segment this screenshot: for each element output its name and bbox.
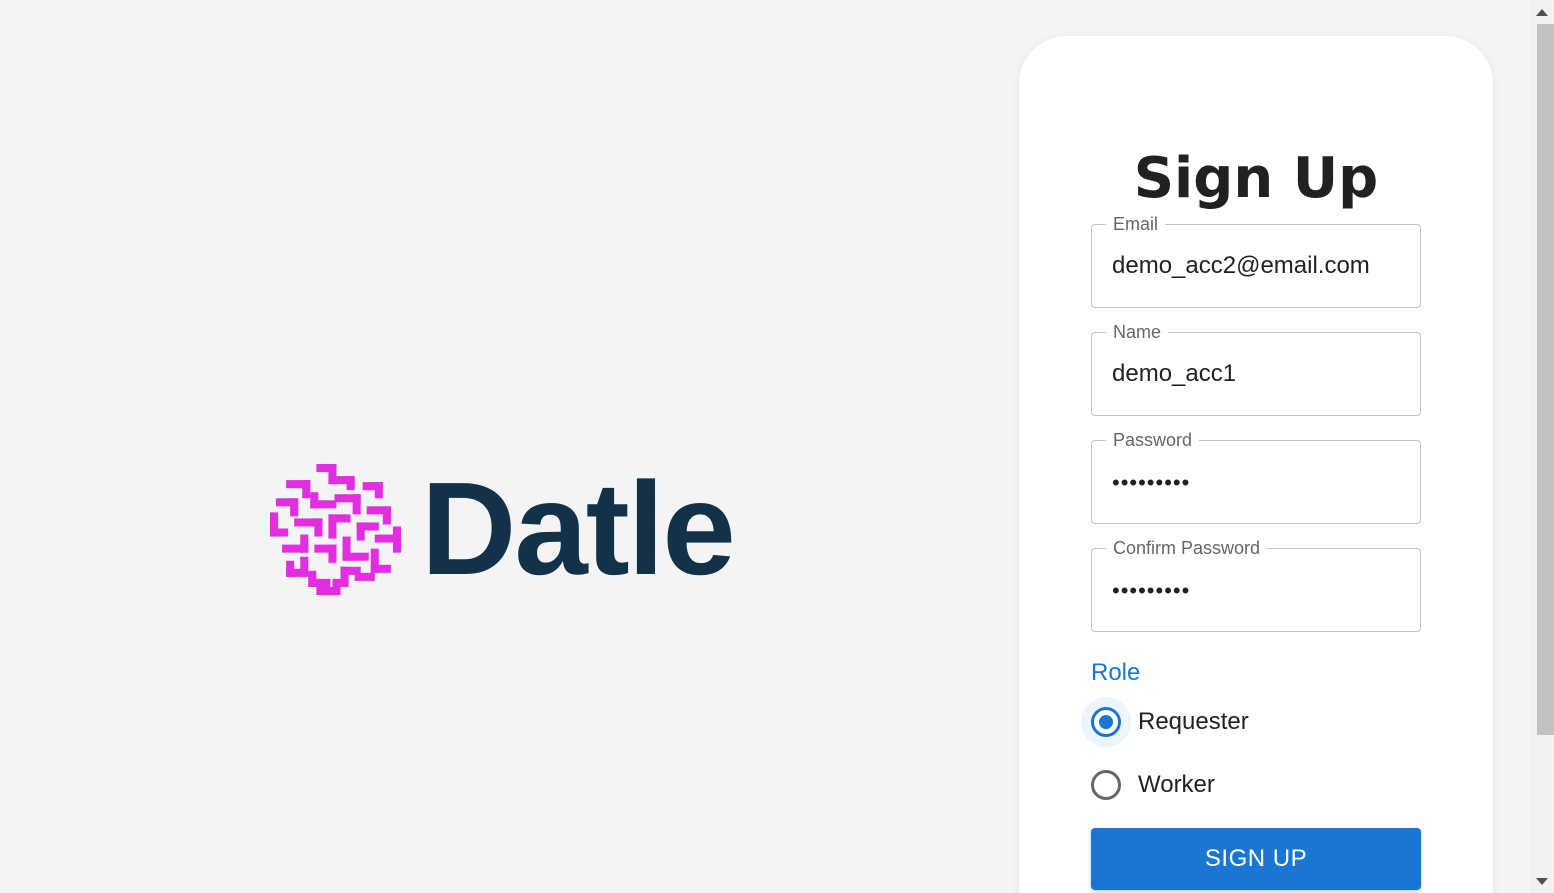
confirm-password-field[interactable]: Confirm Password ••••••••• [1091, 538, 1421, 632]
radio-worker[interactable]: Worker [1081, 760, 1215, 810]
name-input[interactable]: demo_acc1 [1112, 333, 1404, 415]
sign-up-button[interactable]: SIGN UP [1091, 828, 1421, 890]
radio-requester[interactable]: Requester [1081, 697, 1249, 747]
brand-logo: Datle [270, 455, 736, 602]
password-field[interactable]: Password ••••••••• [1091, 430, 1421, 524]
radio-checked-icon[interactable] [1091, 707, 1121, 737]
radio-worker-label[interactable]: Worker [1138, 771, 1215, 799]
radio-requester-ripple[interactable] [1081, 697, 1131, 747]
radio-unchecked-icon[interactable] [1091, 770, 1121, 800]
role-label: Role [1091, 659, 1141, 686]
scroll-up-icon[interactable] [1536, 9, 1548, 16]
maze-grid-icon [270, 463, 401, 595]
scrollbar[interactable] [1530, 0, 1554, 893]
radio-requester-label[interactable]: Requester [1138, 708, 1249, 736]
email-input[interactable]: demo_acc2@email.com [1112, 225, 1404, 307]
email-field[interactable]: Email demo_acc2@email.com [1091, 214, 1421, 308]
scroll-down-icon[interactable] [1536, 878, 1548, 885]
radio-worker-ripple[interactable] [1081, 760, 1131, 810]
confirm-password-input[interactable]: ••••••••• [1112, 549, 1404, 631]
page-title: Sign Up [1133, 146, 1379, 211]
scroll-thumb[interactable] [1537, 24, 1554, 735]
brand-name: Datle [421, 455, 736, 602]
password-input[interactable]: ••••••••• [1112, 441, 1404, 523]
name-field[interactable]: Name demo_acc1 [1091, 322, 1421, 416]
